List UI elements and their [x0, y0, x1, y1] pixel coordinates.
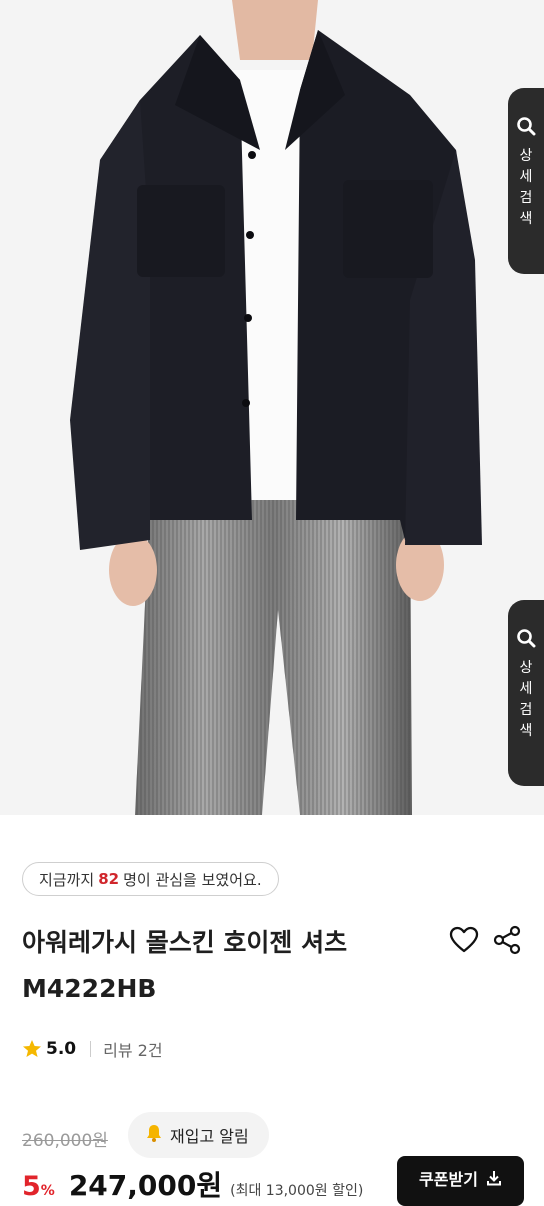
detail-search-label: 상세검색: [519, 660, 533, 739]
max-discount: (최대 13,000원 할인): [230, 1183, 364, 1199]
discount-rate: 5: [22, 1171, 41, 1202]
price-row: 5 % 247,000원 (최대 13,000원 할인): [22, 1164, 363, 1204]
original-price: 260,000원: [22, 1131, 108, 1151]
restock-alert-button[interactable]: 재입고 알림: [128, 1112, 269, 1158]
product-photo-illustration: [0, 0, 544, 815]
interest-suffix: 명이 관심을 보였어요.: [123, 870, 262, 889]
interest-count: 82: [98, 870, 120, 888]
rating-score: 5.0: [46, 1039, 77, 1059]
detail-search-button[interactable]: 상세검색: [508, 88, 544, 274]
review-count[interactable]: 리뷰 2건: [103, 1037, 162, 1061]
coupon-download-button[interactable]: 쿠폰받기: [397, 1156, 524, 1206]
restock-label: 재입고 알림: [170, 1127, 249, 1146]
heart-icon[interactable]: [449, 926, 479, 954]
detail-search-button[interactable]: 상세검색: [508, 600, 544, 786]
search-icon: [517, 629, 536, 648]
interest-prefix: 지금까지: [39, 870, 95, 889]
divider: [90, 1041, 92, 1057]
star-icon: [23, 1040, 41, 1057]
product-image[interactable]: [0, 0, 544, 815]
share-icon[interactable]: [492, 925, 522, 955]
download-icon: [486, 1171, 501, 1186]
sale-price: 247,000원: [68, 1169, 223, 1202]
bell-icon: [144, 1123, 164, 1147]
rating-row[interactable]: 5.0 리뷰 2건: [22, 1036, 163, 1062]
detail-search-label: 상세검색: [519, 148, 533, 227]
discount-percent-sign: %: [40, 1183, 55, 1199]
coupon-label: 쿠폰받기: [419, 1170, 478, 1189]
product-title: 아워레가시 몰스킨 호이젠 셔츠 M4222HB: [22, 928, 348, 1003]
search-icon: [517, 117, 536, 136]
interest-count-pill: 지금까지 82 명이 관심을 보였어요.: [22, 862, 279, 896]
